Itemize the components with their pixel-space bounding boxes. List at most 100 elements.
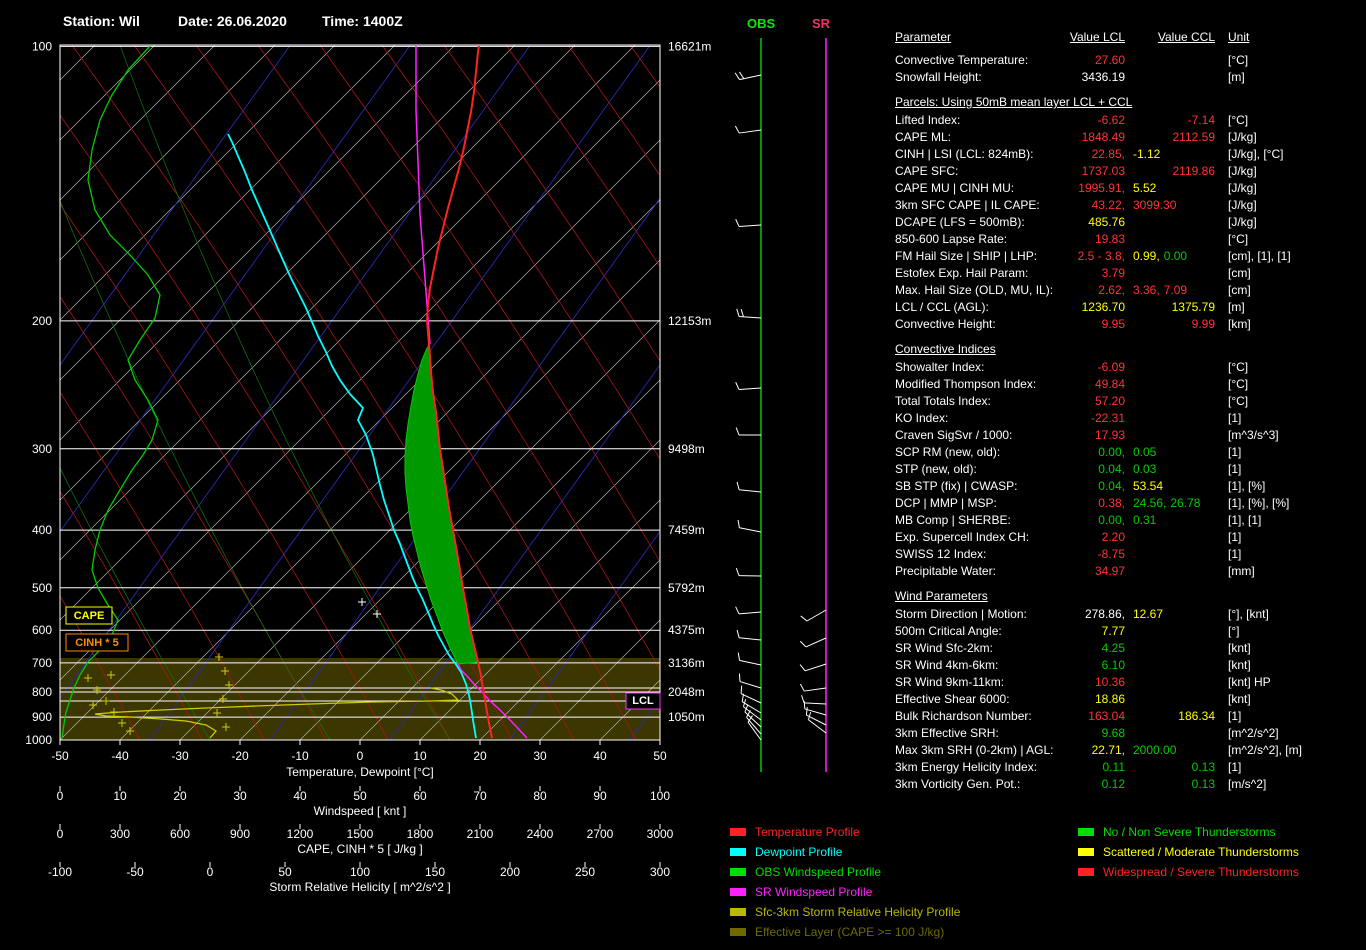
legend-swatch — [1078, 848, 1094, 856]
value-lcl-cell: 0.04, — [1063, 478, 1125, 495]
wind-barb-tick — [737, 652, 740, 661]
parameter-label: CAPE SFC: — [895, 164, 959, 178]
parameter-label: DCAPE (LFS = 500mB): — [895, 215, 1025, 229]
value-part: 0.31 — [1133, 513, 1157, 527]
legend-item: Widespread / Severe Thunderstorms — [1078, 862, 1299, 882]
wind-barb — [739, 315, 762, 319]
sounding-app: Station: Wil Date: 26.06.2020 Time: 1400… — [0, 0, 1366, 950]
unit-label: [m^3/s^3] — [1228, 428, 1279, 442]
value-part: 485.76 — [1088, 215, 1125, 229]
value-part: 22.71, — [1091, 743, 1125, 757]
axis-tick-label: 250 — [575, 865, 595, 879]
value-ccl-cell — [1125, 410, 1215, 427]
unit-label: [1], [%], [%] — [1228, 496, 1290, 510]
wind-barb-tick — [799, 640, 807, 648]
wind-barb — [808, 719, 827, 734]
value-part: 3.36, — [1133, 283, 1160, 297]
table-row: Max 3km SRH (0-2km) | AGL: 22.71, 2000.00 [… — [895, 742, 1361, 759]
legend-item: No / Non Severe Thunderstorms — [1078, 822, 1299, 842]
value-part: -6.09 — [1097, 360, 1125, 374]
table-row: Snowfall Height: 3436.19 [m] — [895, 69, 1361, 86]
parameter-label: SCP RM (new, old): — [895, 445, 1001, 459]
value-part: 53.54 — [1133, 479, 1164, 493]
isotherm-line — [179, 259, 660, 740]
value-lcl-cell: 9.68 — [1063, 725, 1125, 742]
axis-tick-label: 300 — [650, 865, 670, 879]
value-lcl-cell: -22.31 — [1063, 410, 1125, 427]
table-col-header: Unit — [1228, 30, 1250, 44]
parameter-label: Precipitable Water: — [895, 564, 996, 578]
unit-label: [knt] HP — [1228, 675, 1271, 689]
wind-barb-tick — [800, 615, 808, 622]
legend-swatch — [1078, 828, 1094, 836]
axis-tick-label: 300 — [110, 827, 130, 841]
pressure-tick-label: 500 — [32, 581, 52, 595]
table-row: DCP | MMP | MSP: 0.38, 24.56, 26.78 [1], [%]… — [895, 495, 1361, 512]
value-ccl-cell — [1125, 52, 1215, 69]
height-label: 9498m — [668, 442, 705, 456]
value-lcl-cell: 0.04, — [1063, 461, 1125, 478]
table-row: SWISS 12 Index: -8.75 [1] — [895, 546, 1361, 563]
time-label: Time: 1400Z — [322, 13, 403, 29]
parameter-label: CINH | LSI (LCL: 824mB): — [895, 147, 1034, 161]
station-label: Station: Wil — [63, 13, 140, 29]
unit-label: [m] — [1228, 70, 1245, 84]
wind-barb-tick — [736, 629, 740, 638]
value-lcl-cell: 0.12 — [1063, 776, 1125, 793]
value-ccl-cell — [1125, 725, 1215, 742]
table-row: 850-600 Lapse Rate: 19.83 [°C] — [895, 231, 1361, 248]
value-part: 2119.86 — [1172, 164, 1216, 178]
table-row: Total Totals Index: 57.20 [°C] — [895, 393, 1361, 410]
parameter-label: Bulk Richardson Number: — [895, 709, 1032, 723]
unit-label: [J/kg] — [1228, 215, 1257, 229]
wind-barb — [739, 659, 762, 666]
axis-tick-label: 70 — [473, 789, 487, 803]
unit-label: [J/kg] — [1228, 181, 1257, 195]
unit-label: [1] — [1228, 760, 1242, 774]
value-part: 43.22, — [1091, 198, 1125, 212]
dry-adiabat-line — [443, 45, 660, 362]
unit-label: [m] — [1228, 300, 1245, 314]
value-part: 1848.49 — [1081, 130, 1125, 144]
parameter-label: 3km Vorticity Gen. Pot.: — [895, 777, 1021, 791]
parameter-label: Storm Direction | Motion: — [895, 607, 1027, 621]
unit-label: [J/kg] — [1228, 130, 1257, 144]
table-row: Convective Height: 9.95 9.99 [km] — [895, 316, 1361, 333]
wind-barb-tick — [735, 567, 740, 576]
wind-barb-tick — [735, 606, 740, 615]
value-part: 2000.00 — [1133, 743, 1177, 757]
wind-barb-tick — [740, 685, 743, 694]
value-lcl-cell: 22.71, — [1063, 742, 1125, 759]
value-lcl-cell: 0.00, — [1063, 444, 1125, 461]
table-row: Bulk Richardson Number: 163.04 186.34 [1] — [895, 708, 1361, 725]
table-row: 500m Critical Angle: 7.77 [°] — [895, 623, 1361, 640]
table-col-header: Parameter — [895, 30, 952, 44]
value-ccl-cell — [1125, 691, 1215, 708]
axis-tick-label: 0 — [357, 749, 364, 763]
value-lcl-cell: -6.62 — [1063, 112, 1125, 129]
unit-label: [°C] — [1228, 113, 1249, 127]
legend-swatch — [730, 928, 746, 936]
value-ccl-cell: 0.13 — [1125, 759, 1215, 776]
value-part: 2112.59 — [1172, 130, 1216, 144]
wind-barb — [804, 702, 827, 705]
pressure-tick-label: 1000 — [25, 733, 52, 747]
value-lcl-cell: 34.97 — [1063, 563, 1125, 580]
value-ccl-cell — [1125, 376, 1215, 393]
table-col-header: Value LCL — [1069, 30, 1125, 44]
value-ccl-cell — [1125, 427, 1215, 444]
table-row: Estofex Exp. Hail Param: 3.79 [cm] — [895, 265, 1361, 282]
unit-label: [1] — [1228, 462, 1242, 476]
wind-barb-tick — [803, 700, 806, 709]
parameter-label: SB STP (fix) | CWASP: — [895, 479, 1018, 493]
unit-label: [1] — [1228, 709, 1242, 723]
wind-barb — [804, 708, 827, 716]
axis-tick-label: 80 — [533, 789, 547, 803]
legend-label: Effective Layer (CAPE >= 100 J/kg) — [755, 925, 945, 939]
legend-label: Widespread / Severe Thunderstorms — [1103, 865, 1299, 879]
value-ccl-cell: 0.13 — [1125, 776, 1215, 793]
table-row: Showalter Index: -6.09 [°C] — [895, 359, 1361, 376]
parameter-label: Max. Hail Size (OLD, MU, IL): — [895, 283, 1054, 297]
wind-barb-tick — [735, 427, 740, 436]
axis-tick-label: 2400 — [527, 827, 554, 841]
